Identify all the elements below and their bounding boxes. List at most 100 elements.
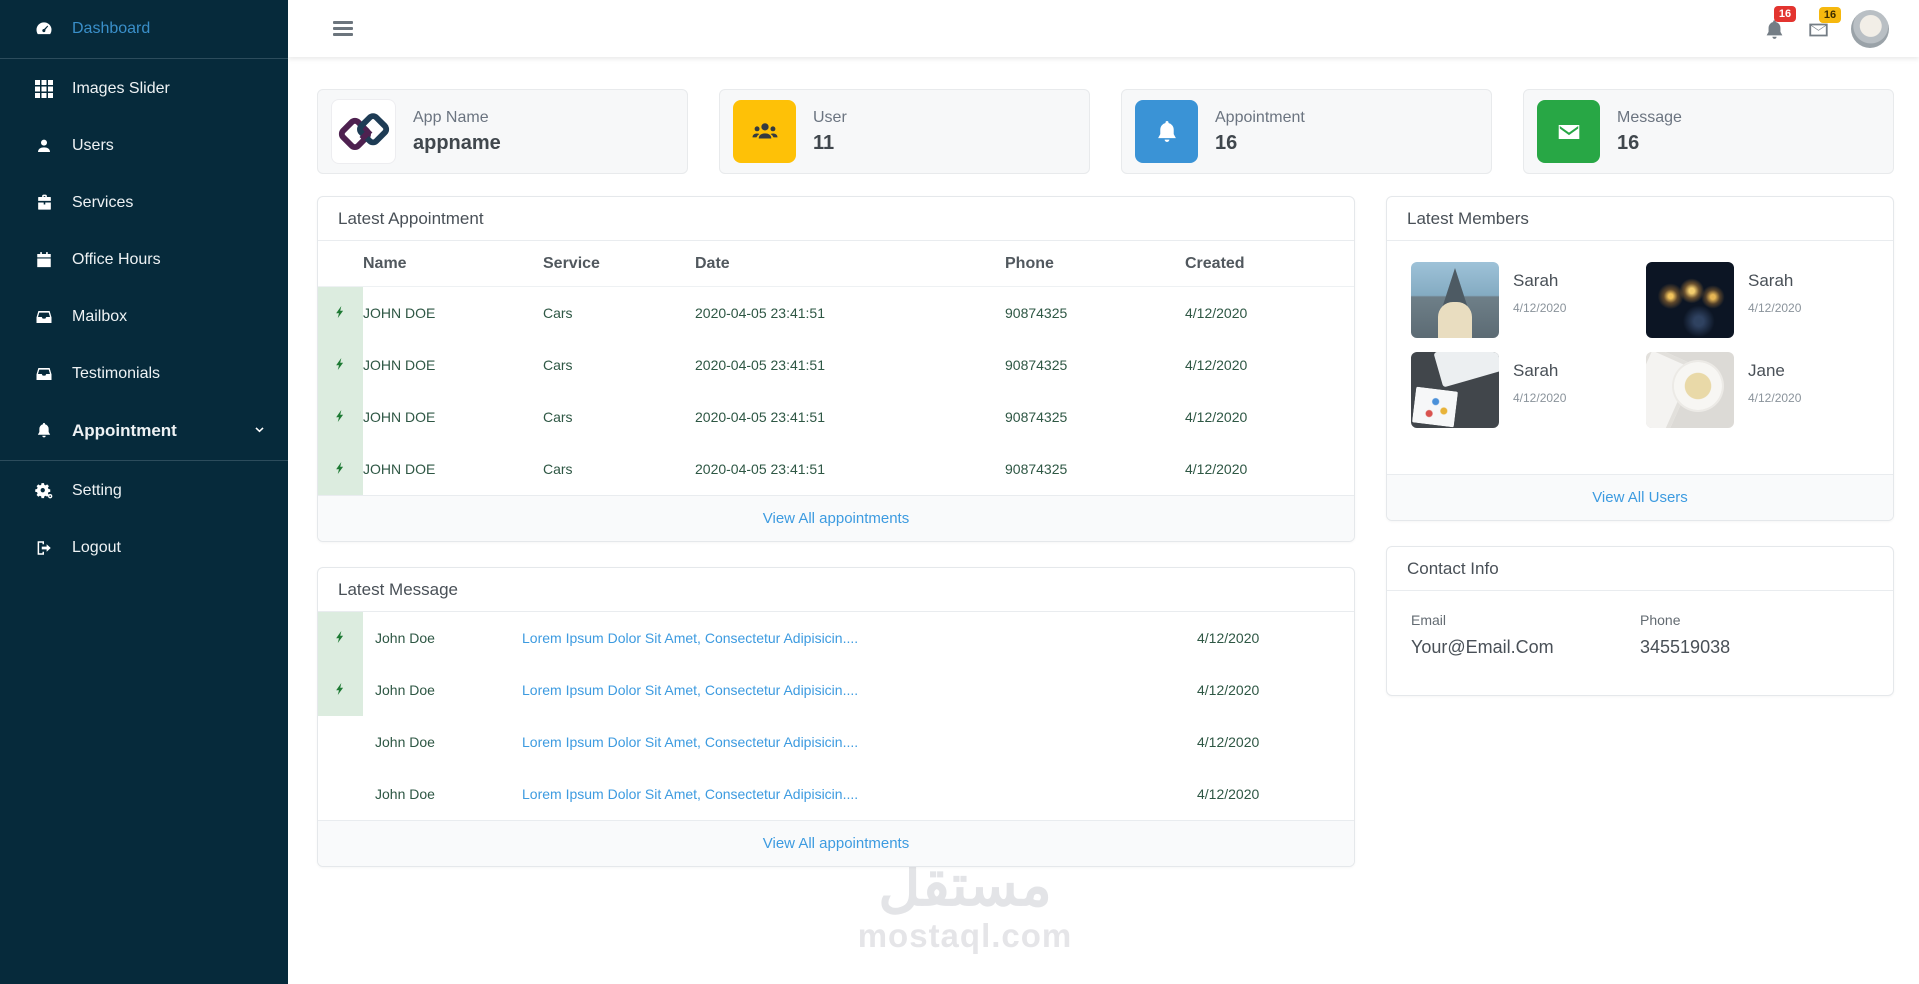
sidebar-item-mailbox[interactable]: Mailbox (0, 288, 288, 345)
sidebar-item-setting[interactable]: Setting (0, 462, 288, 519)
sidebar-item-label: Office Hours (72, 250, 161, 268)
stat-card-label: Appointment (1215, 108, 1305, 126)
sidebar-item-images-slider[interactable]: Images Slider (0, 60, 288, 117)
cell-service: Cars (543, 409, 573, 425)
mail-badge: 16 (1819, 7, 1841, 23)
phone-value: 345519038 (1640, 637, 1731, 657)
column-header-service: Service (543, 241, 695, 287)
briefcase-icon (31, 193, 57, 212)
bell-icon (31, 421, 57, 440)
message-link[interactable]: Lorem Ipsum Dolor Sit Amet, Consectetur … (522, 734, 858, 750)
sidebar-item-users[interactable]: Users (0, 117, 288, 174)
messages-envelope-button[interactable]: 16 (1806, 7, 1841, 46)
app-logo-icon (331, 99, 396, 164)
view-all-appointments-link[interactable]: View All appointments (763, 510, 909, 527)
sidebar-item-label: Images Slider (72, 79, 170, 97)
sidebar-item-label: Testimonials (72, 364, 161, 382)
sidebar-item-label: Users (72, 136, 114, 154)
cell-date: 4/12/2020 (1197, 630, 1260, 646)
sidebar-item-office-hours[interactable]: Office Hours (0, 231, 288, 288)
member-photo (1646, 352, 1734, 428)
sidebar-divider (0, 460, 288, 461)
member-item: Sarah 4/12/2020 (1411, 262, 1634, 338)
stat-card-text: Appointment 16 (1215, 109, 1305, 155)
contact-phone: Phone 345519038 (1640, 612, 1869, 658)
message-link[interactable]: Lorem Ipsum Dolor Sit Amet, Consectetur … (522, 630, 858, 646)
stat-card-value: 16 (1215, 131, 1238, 154)
menu-toggle-icon[interactable] (333, 21, 353, 36)
stat-card-label: User (813, 108, 847, 126)
grid-icon (31, 79, 57, 98)
stat-card-text: App Name appname (413, 109, 501, 155)
email-label: Email (1411, 612, 1447, 628)
member-date: 4/12/2020 (1513, 301, 1567, 315)
sidebar-item-label: Appointment (72, 420, 177, 440)
member-name: Jane (1748, 361, 1785, 380)
sidebar-item-label: Logout (72, 538, 121, 556)
row-highlight-cell (318, 391, 363, 443)
member-text: Jane 4/12/2020 (1748, 352, 1801, 428)
inbox-icon (31, 308, 57, 326)
column-header-phone: Phone (1005, 241, 1185, 287)
panel-footer: View All appointments (318, 820, 1354, 866)
table-header-spacer (318, 241, 363, 287)
bolt-icon (334, 357, 347, 376)
stat-card-value: 11 (813, 131, 835, 154)
sidebar-item-logout[interactable]: Logout (0, 519, 288, 576)
messages-table: John Doe Lorem Ipsum Dolor Sit Amet, Cons… (318, 612, 1354, 820)
latest-appointment-panel: Latest Appointment Name Service Date Phone C… (317, 196, 1355, 542)
table-row: John Doe Lorem Ipsum Dolor Sit Amet, Cons… (318, 664, 1354, 716)
user-avatar[interactable] (1851, 9, 1889, 48)
sidebar-item-label: Mailbox (72, 307, 128, 325)
cell-date: 4/12/2020 (1197, 786, 1260, 802)
member-name: Sarah (1513, 361, 1559, 380)
cell-created: 4/12/2020 (1185, 461, 1248, 477)
member-photo (1411, 262, 1499, 338)
contact-email: Email Your@Email.Com (1411, 612, 1640, 658)
message-link[interactable]: Lorem Ipsum Dolor Sit Amet, Consectetur … (522, 682, 858, 698)
content: App Name appname User 11 Appointment 16 Messag… (288, 57, 1919, 984)
right-column: Latest Members Sarah 4/12/2020 Sarah 4/12/2… (1386, 196, 1894, 696)
cell-date: 2020-04-05 23:41:51 (695, 305, 825, 321)
panel-footer: View All Users (1387, 474, 1893, 520)
row-highlight-cell (318, 443, 363, 495)
cell-created: 4/12/2020 (1185, 357, 1248, 373)
cell-phone: 90874325 (1005, 305, 1068, 321)
sidebar-item-services[interactable]: Services (0, 174, 288, 231)
table-row: John Doe Lorem Ipsum Dolor Sit Amet, Cons… (318, 716, 1354, 768)
cell-name: JOHN DOE (363, 409, 436, 425)
table-row: John Doe Lorem Ipsum Dolor Sit Amet, Cons… (318, 612, 1354, 664)
cell-name: JOHN DOE (363, 461, 436, 477)
panel-title: Latest Message (318, 568, 1354, 612)
sidebar-divider (0, 58, 288, 59)
view-all-users-link[interactable]: View All Users (1592, 489, 1688, 506)
main-area: 16 16 App Name appname User 11 Appointment 16… (288, 0, 1919, 984)
sidebar-item-dashboard[interactable]: Dashboard (0, 0, 288, 57)
users-icon (733, 100, 796, 163)
message-link[interactable]: Lorem Ipsum Dolor Sit Amet, Consectetur … (522, 786, 858, 802)
user-icon (31, 137, 57, 155)
stat-card-value: appname (413, 131, 501, 154)
panel-footer: View All appointments (318, 495, 1354, 541)
sidebar-item-appointment[interactable]: Appointment (0, 402, 288, 459)
cell-created: 4/12/2020 (1185, 409, 1248, 425)
table-header-row: Name Service Date Phone Created (318, 241, 1354, 287)
row-highlight-cell (318, 612, 363, 664)
stat-card-label: App Name (413, 108, 489, 126)
envelope-icon (1806, 23, 1831, 45)
cell-phone: 90874325 (1005, 461, 1068, 477)
table-row: JOHN DOE Cars 2020-04-05 23:41:51 90874325 4… (318, 443, 1354, 495)
table-row: John Doe Lorem Ipsum Dolor Sit Amet, Cons… (318, 768, 1354, 820)
panel-title: Contact Info (1387, 547, 1893, 591)
stat-card-app-name: App Name appname (317, 89, 688, 174)
member-date: 4/12/2020 (1748, 301, 1802, 315)
member-item: Sarah 4/12/2020 (1411, 352, 1634, 428)
sidebar-item-testimonials[interactable]: Testimonials (0, 345, 288, 402)
notifications-bell-button[interactable]: 16 (1763, 6, 1796, 47)
left-column: Latest Appointment Name Service Date Phone C… (317, 196, 1355, 867)
chevron-down-icon (253, 424, 266, 437)
bolt-icon (334, 305, 347, 324)
contact-body: Email Your@Email.Com Phone 345519038 (1387, 591, 1893, 695)
latest-members-panel: Latest Members Sarah 4/12/2020 Sarah 4/12/2… (1386, 196, 1894, 521)
view-all-messages-link[interactable]: View All appointments (763, 835, 909, 852)
